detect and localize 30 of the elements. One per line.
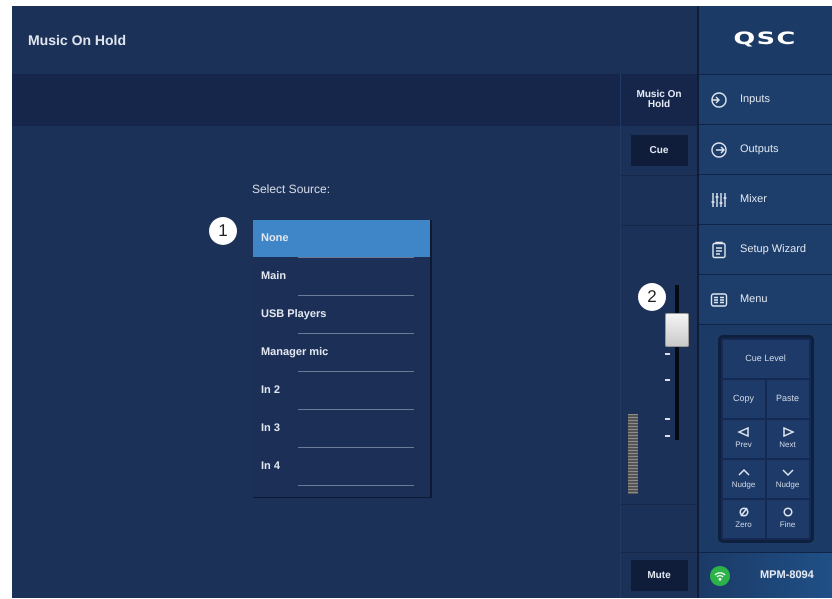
keypad-button[interactable]: Copy xyxy=(722,380,764,418)
source-list[interactable]: None Main USB Players Manager mic In 2 In 3 In 4 xyxy=(253,220,432,498)
select-source-label: Select Source: xyxy=(252,181,330,198)
nav-item[interactable]: Outputs xyxy=(699,124,832,174)
mute-button[interactable]: Mute xyxy=(630,560,688,591)
logo: QSC xyxy=(732,28,798,52)
source-option[interactable]: USB Players xyxy=(253,296,430,333)
keypad-button[interactable]: Prev xyxy=(722,420,764,458)
source-option[interactable]: In 3 xyxy=(253,410,430,447)
keypad-button[interactable]: Nudge xyxy=(766,460,808,498)
callout-marker: 1 xyxy=(209,217,237,245)
page-title: Music On Hold xyxy=(27,30,127,50)
source-option[interactable]: In 4 xyxy=(253,448,430,485)
source-option[interactable]: Main xyxy=(253,258,430,295)
source-option[interactable]: Manager mic xyxy=(253,334,430,371)
nav-item[interactable]: Setup Wizard xyxy=(699,224,832,274)
nav-item[interactable]: Menu xyxy=(699,274,832,324)
keypad-button[interactable]: Paste xyxy=(766,380,808,418)
device-name: MPM-8094 xyxy=(760,568,814,584)
keypad-button[interactable]: Zero xyxy=(722,500,764,538)
keypad-button[interactable]: Next xyxy=(766,420,808,458)
keypad-button[interactable]: Nudge xyxy=(722,460,764,498)
nav-item[interactable]: Mixer xyxy=(699,174,832,224)
cue-button[interactable]: Cue xyxy=(630,135,688,166)
source-option[interactable]: In 2 xyxy=(253,372,430,409)
channel-name: Music On Hold xyxy=(621,74,697,126)
nav-item[interactable]: Inputs xyxy=(699,74,832,124)
keypad-button[interactable]: Cue Level xyxy=(722,340,808,378)
keypad-button[interactable]: Fine xyxy=(766,500,808,538)
callout-marker: 2 xyxy=(638,283,666,311)
